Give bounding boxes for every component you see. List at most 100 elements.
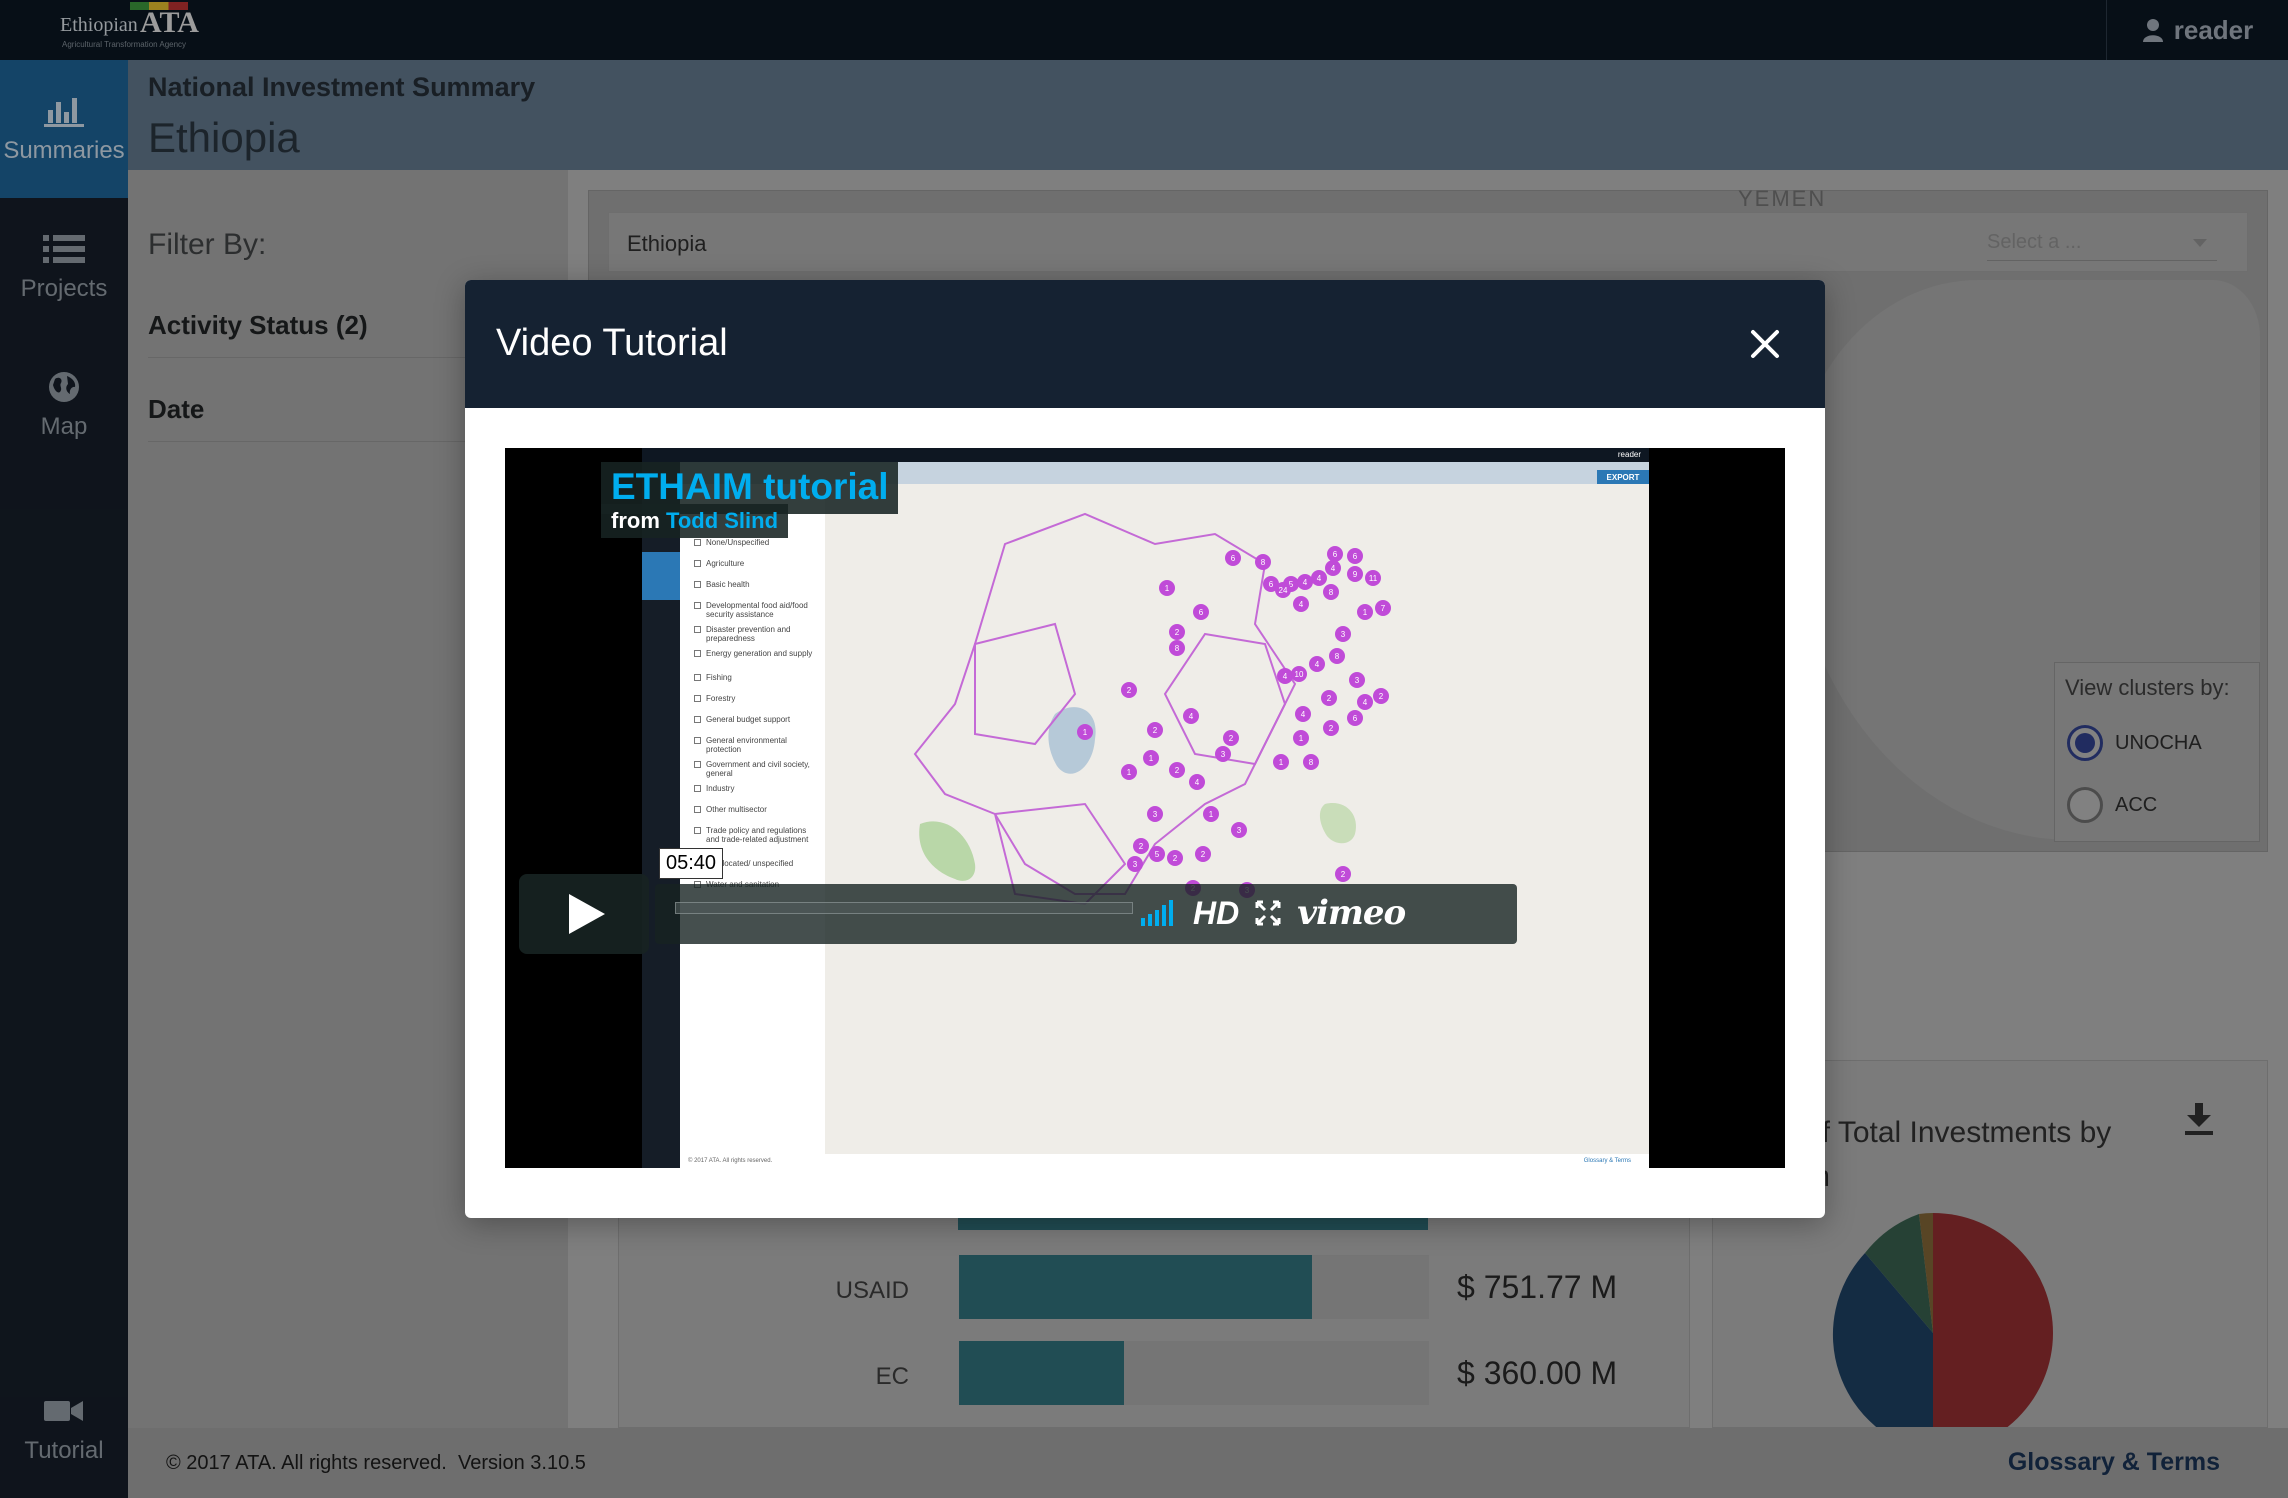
video-sector-label: Fishing <box>706 673 732 682</box>
video-inner-active-item <box>642 552 680 600</box>
cluster-count: 1 <box>1299 734 1304 743</box>
video-from: from <box>611 508 660 533</box>
fullscreen-icon[interactable] <box>1255 900 1281 926</box>
checkbox-icon <box>694 674 701 681</box>
video-sector-label: Trade policy and regulations and trade-r… <box>706 826 809 844</box>
video-sector-label: Basic health <box>706 580 750 589</box>
checkbox-icon <box>694 602 701 609</box>
region-boundary <box>1163 632 1287 766</box>
cluster-count: 3 <box>1153 810 1158 819</box>
video-sector-label: Forestry <box>706 694 736 703</box>
cluster-count: 6 <box>1353 714 1358 723</box>
cluster-count: 4 <box>1283 672 1288 681</box>
cluster-count: 2 <box>1229 734 1234 743</box>
video-sector-label: Energy generation and supply <box>706 649 813 658</box>
cluster-count: 6 <box>1199 608 1204 617</box>
cluster-count: 2 <box>1329 724 1334 733</box>
cluster-count: 1 <box>1083 728 1088 737</box>
cluster-count: 8 <box>1309 758 1314 767</box>
video-sector-item: Disaster prevention and preparedness <box>694 625 819 643</box>
cluster-count: 2 <box>1173 854 1178 863</box>
cluster-count: 6 <box>1333 550 1338 559</box>
cluster-count: 5 <box>1155 850 1160 859</box>
video-tutorial-modal: Video Tutorial reader EXPORT None/Unspec… <box>465 280 1825 1218</box>
cluster-count: 2 <box>1139 842 1144 851</box>
video-sector-item: Agriculture <box>694 559 819 568</box>
video-player[interactable]: reader EXPORT None/Unspecified Agricultur… <box>505 448 1785 1168</box>
checkbox-icon <box>694 737 701 744</box>
volume-icon[interactable] <box>1141 900 1177 926</box>
park-area <box>919 821 976 881</box>
cluster-count: 1 <box>1149 754 1154 763</box>
cluster-count: 1 <box>1209 810 1214 819</box>
video-inner-user: reader <box>1617 450 1641 459</box>
checkbox-icon <box>694 560 701 567</box>
cluster-count: 2 <box>1341 870 1346 879</box>
video-sector-item: General budget support <box>694 715 819 724</box>
checkbox-icon <box>694 626 701 633</box>
cluster-count: 4 <box>1363 698 1368 707</box>
cluster-count: 9 <box>1353 570 1358 579</box>
video-map-svg: 6 86 5 424446 69 111 74831628244108324642211 84… <box>913 512 1391 906</box>
cluster-count: 8 <box>1261 558 1266 567</box>
cluster-count: 2 <box>1153 726 1158 735</box>
checkbox-icon <box>694 806 701 813</box>
video-inner-sidebar <box>642 462 680 1168</box>
cluster-count: 8 <box>1335 652 1340 661</box>
checkbox-icon <box>694 716 701 723</box>
video-byline[interactable]: from Todd Slind <box>601 504 789 538</box>
cluster-count: 2 <box>1175 766 1180 775</box>
video-author[interactable]: Todd Slind <box>666 508 778 533</box>
cluster-count: 6 <box>1269 580 1274 589</box>
cluster-count: 1 <box>1127 768 1132 777</box>
video-inner-sector-list: None/Unspecified Agriculture Basic health D… <box>680 484 825 1168</box>
cluster-count: 2 <box>1127 686 1132 695</box>
video-inner-export: EXPORT <box>1597 470 1649 484</box>
cluster-count: 11 <box>1369 574 1378 583</box>
video-inner-copyright: © 2017 ATA. All rights reserved. <box>688 1158 773 1164</box>
video-frame: reader EXPORT None/Unspecified Agricultur… <box>642 448 1649 1168</box>
close-icon[interactable] <box>1745 324 1785 364</box>
video-inner-topbar <box>642 448 1649 462</box>
cluster-count: 4 <box>1303 578 1308 587</box>
video-sector-label: Other multisector <box>706 805 767 814</box>
video-sector-label: Industry <box>706 784 735 793</box>
cluster-count: 7 <box>1381 604 1386 613</box>
video-inner-glossary: Glossary & Terms <box>1583 1158 1631 1164</box>
hd-toggle[interactable]: HD <box>1193 895 1239 932</box>
video-sector-label: Developmental food aid/food security ass… <box>706 601 808 619</box>
cluster-count: 6 <box>1353 552 1358 561</box>
vimeo-logo[interactable]: vimeo <box>1297 893 1406 933</box>
checkbox-icon <box>694 581 701 588</box>
video-sector-label: Agriculture <box>706 559 745 568</box>
video-progress-track[interactable] <box>675 902 1133 914</box>
cluster-count: 3 <box>1355 676 1360 685</box>
cluster-count: 3 <box>1341 630 1346 639</box>
video-sector-label: None/Unspecified <box>706 538 770 547</box>
modal-header: Video Tutorial <box>465 280 1825 408</box>
checkbox-icon <box>694 650 701 657</box>
cluster-count: 3 <box>1221 750 1226 759</box>
video-duration: 05:40 <box>659 848 724 879</box>
video-control-icons: HD vimeo <box>1141 888 1511 938</box>
video-sector-label: General budget support <box>706 715 791 724</box>
cluster-count: 4 <box>1299 600 1304 609</box>
video-sector-item: Other multisector <box>694 805 819 814</box>
video-inner-map: 6 8 6 5 4 24 4 4 6 6 9 11 1 7 4 8 3 1 6 2 8 2 4 4 10 8 3 2 4 6 4 2 2 1 1 8 4… <box>825 484 1649 1168</box>
cluster-count: 3 <box>1133 860 1138 869</box>
cluster-count: 2 <box>1379 692 1384 701</box>
cluster-count: 6 <box>1231 554 1236 563</box>
cluster-count: 8 <box>1329 588 1334 597</box>
video-sector-item: None/Unspecified <box>694 538 819 547</box>
cluster-count: 4 <box>1317 574 1322 583</box>
checkbox-icon <box>694 539 701 546</box>
play-button[interactable] <box>519 874 649 954</box>
checkbox-icon <box>694 695 701 702</box>
video-sector-item: Fishing <box>694 673 819 682</box>
checkbox-icon <box>694 761 701 768</box>
cluster-count: 3 <box>1237 826 1242 835</box>
cluster-count: 4 <box>1331 564 1336 573</box>
video-sector-label: Disaster prevention and preparedness <box>706 625 791 643</box>
cluster-count: 1 <box>1363 608 1368 617</box>
checkbox-icon <box>694 827 701 834</box>
